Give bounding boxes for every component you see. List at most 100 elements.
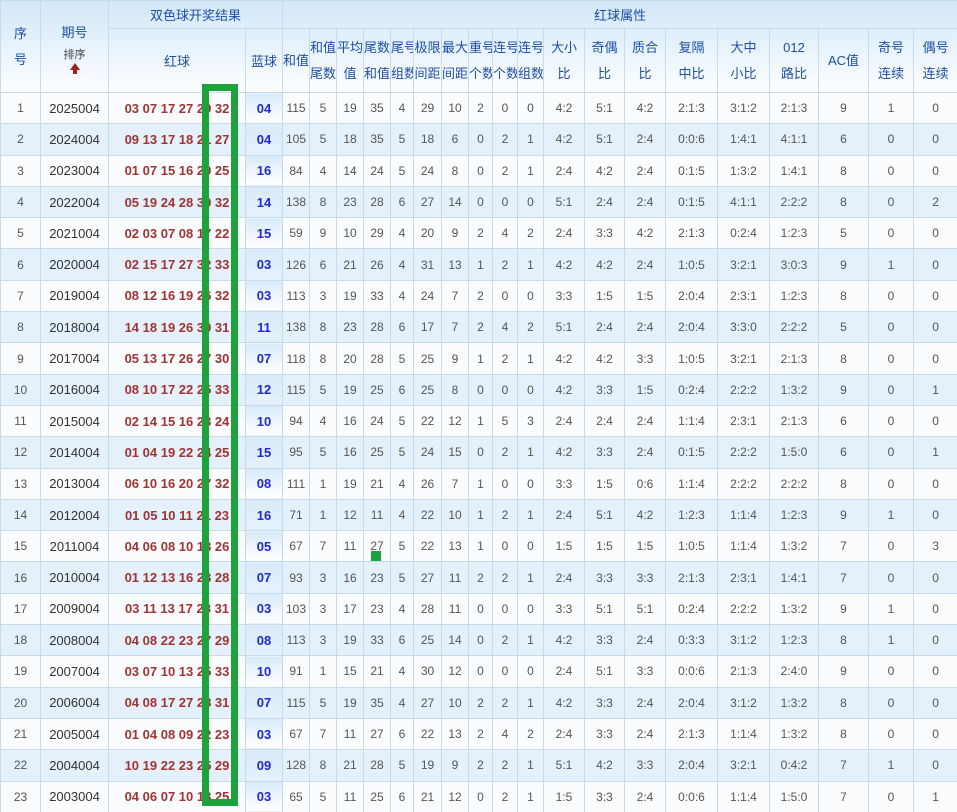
attr-value-cell: 1:1:4 [717, 530, 771, 563]
sort-ascending-icon[interactable] [69, 62, 80, 70]
table-row: 5 2021004 02 03 07 08 17 22 15 59 9 10 29 4 20 9 2 4… [0, 217, 957, 250]
period-cell: 2022004 [40, 185, 109, 219]
attr-value-cell: 1:3:2 [769, 530, 820, 563]
attr-value-cell: 3 [309, 592, 338, 626]
attr-value-cell: 4:1:1 [769, 123, 820, 156]
attr-value-cell: 9 [818, 91, 870, 125]
period-cell: 2009004 [40, 592, 109, 626]
attr-value-cell: 0 [913, 467, 957, 500]
attr-value-cell: 0:0:6 [665, 123, 719, 156]
attr-value-cell: 0 [868, 217, 915, 250]
seq-cell: 9 [0, 342, 41, 375]
attr-value-cell: 19 [336, 279, 365, 313]
attr-value-cell: 2 [492, 498, 519, 532]
attr-value-cell: 27 [413, 686, 443, 719]
red-balls-cell: 03 07 10 13 25 33 [108, 655, 246, 688]
attr-value-cell: 8 [818, 154, 870, 187]
period-label: 期号 [61, 24, 88, 40]
attr-value-cell: 0 [517, 91, 545, 125]
attr-value-cell: 0 [868, 780, 915, 812]
attr-value-cell: 5:1 [584, 592, 626, 626]
red-balls-cell: 09 13 17 18 21 27 [108, 123, 246, 156]
attr-value-cell: 5:1 [543, 749, 586, 782]
blue-ball-cell: 03 [244, 592, 284, 626]
attr-value-cell: 2 [468, 717, 494, 751]
attr-value-cell: 115 [282, 686, 311, 719]
attr-value-cell: 3 [309, 624, 338, 657]
attr-value-cell: 1:5:0 [769, 780, 820, 812]
attr-value-cell: 8 [818, 279, 870, 313]
attr-value-cell: 2:2:2 [769, 467, 820, 500]
table-header: 序 号 期号 排序 双色球开奖结果 红球属性 红球 蓝球 和值 和值 尾数 平均值尾数… [0, 0, 957, 93]
attr-value-cell: 4:2 [584, 342, 626, 375]
attr-value-cell: 6 [390, 717, 415, 751]
attr-value-cell: 0 [492, 279, 519, 313]
seq-cell: 19 [0, 655, 41, 688]
table-body: 1 2025004 03 07 17 27 29 32 04 115 5 19 35 4 29 10… [0, 91, 957, 812]
attr-value-cell: 3:3 [584, 561, 626, 594]
table-row: 9 2017004 05 13 17 26 27 30 07 118 8 20 28 5 25 9 1… [0, 342, 957, 375]
red-balls-cell: 01 07 15 16 20 25 [108, 154, 246, 187]
attr-value-cell: 2 [468, 91, 494, 125]
attr-value-cell: 1:3:2 [769, 592, 820, 626]
seq-cell: 2 [0, 123, 41, 156]
attr-value-cell: 4:2 [584, 248, 626, 281]
attr-value-cell: 4 [309, 154, 338, 187]
col-header-attr-17: 奇号 连续 [868, 28, 915, 93]
attr-value-cell: 2:1:3 [665, 217, 719, 250]
seq-cell: 1 [0, 91, 41, 125]
attr-value-cell: 1 [868, 91, 915, 125]
attr-value-cell: 35 [363, 686, 392, 719]
attr-value-cell: 0 [492, 530, 519, 563]
attr-value-cell: 4 [390, 655, 415, 688]
attr-value-cell: 1 [517, 154, 545, 187]
attr-value-cell: 5:1 [543, 311, 586, 344]
attr-value-cell: 0 [468, 624, 494, 657]
table-row: 11 2015004 02 14 15 16 23 24 10 94 4 16 24 5 22 12… [0, 404, 957, 438]
attr-value-cell: 16 [336, 561, 365, 594]
attr-value-cell: 2 [492, 248, 519, 281]
attr-value-cell: 3:2:1 [717, 248, 771, 281]
attr-value-cell: 0 [492, 373, 519, 406]
attr-value-cell: 0:2:4 [717, 217, 771, 250]
attr-value-cell: 21 [336, 749, 365, 782]
attr-value-cell: 0 [517, 373, 545, 406]
attr-value-cell: 2:4 [624, 154, 667, 187]
attr-value-cell: 3:1:2 [717, 624, 771, 657]
attr-value-cell: 8 [818, 686, 870, 719]
attr-value-cell: 0:4:2 [769, 749, 820, 782]
attr-value-cell: 2:4 [624, 717, 667, 751]
attr-value-cell: 3:3 [624, 655, 667, 688]
attr-value-cell: 0 [468, 154, 494, 187]
attr-value-cell: 0 [868, 154, 915, 187]
attr-value-cell: 1 [517, 123, 545, 156]
period-cell: 2012004 [40, 498, 109, 532]
attr-value-cell: 25 [363, 436, 392, 469]
red-balls-cell: 02 14 15 16 23 24 [108, 404, 246, 438]
attr-value-cell: 0 [492, 185, 519, 219]
blue-ball-cell: 09 [244, 749, 284, 782]
attr-value-cell: 5:1 [584, 91, 626, 125]
attr-value-cell: 2:4 [624, 123, 667, 156]
attr-value-cell: 8 [818, 342, 870, 375]
sort-control[interactable]: 排序 [42, 48, 108, 62]
attr-value-cell: 22 [413, 717, 443, 751]
attr-value-cell: 25 [363, 373, 392, 406]
attr-value-cell: 1:2:3 [769, 624, 820, 657]
attr-value-cell: 8 [441, 373, 470, 406]
attr-value-cell: 6 [390, 185, 415, 219]
attr-value-cell: 1 [517, 498, 545, 532]
period-cell: 2011004 [40, 530, 109, 563]
attr-value-cell: 20 [413, 217, 443, 250]
attr-value-cell: 13 [441, 717, 470, 751]
attr-value-cell: 27 [413, 185, 443, 219]
attr-value-cell: 21 [413, 780, 443, 812]
attr-value-cell: 8 [309, 342, 338, 375]
attr-value-cell: 5 [492, 404, 519, 438]
attr-value-cell: 0 [868, 404, 915, 438]
attr-value-cell: 8 [818, 624, 870, 657]
blue-ball-cell: 04 [244, 123, 284, 156]
attr-value-cell: 8 [309, 185, 338, 219]
period-cell: 2003004 [40, 780, 109, 812]
attr-value-cell: 0 [868, 686, 915, 719]
